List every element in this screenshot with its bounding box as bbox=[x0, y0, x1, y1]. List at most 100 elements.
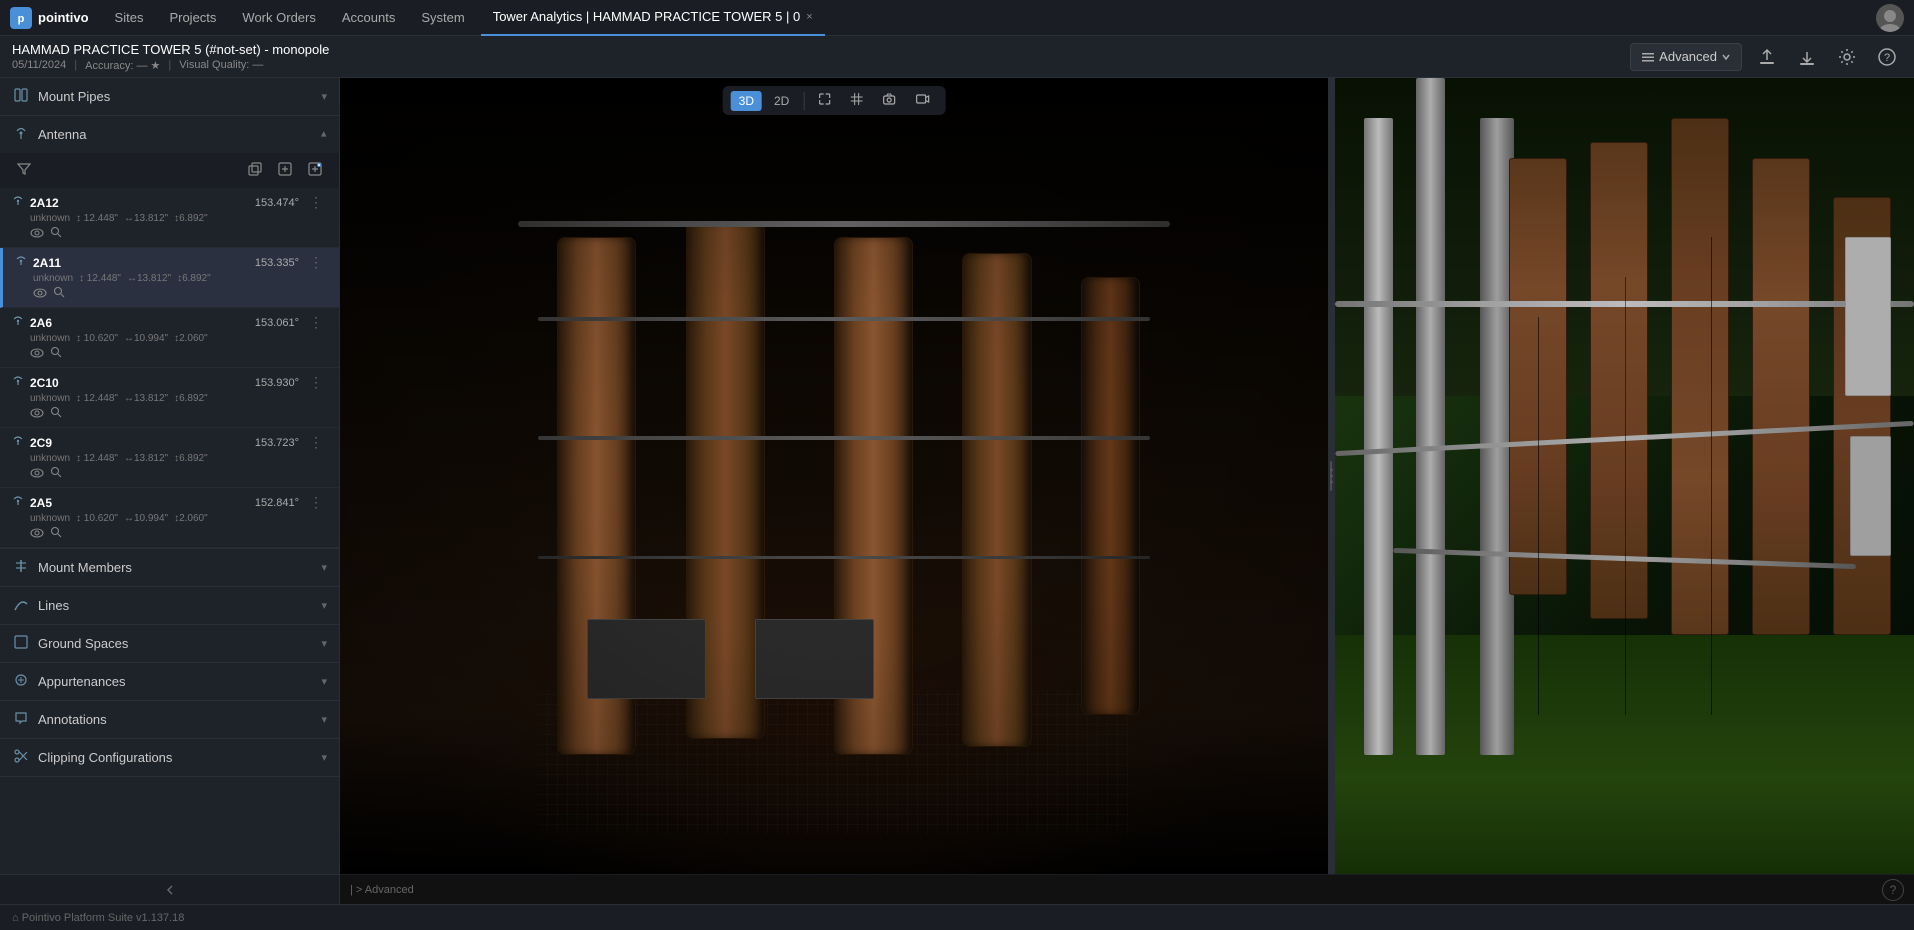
antenna-add-btn[interactable] bbox=[273, 159, 297, 182]
tab-close-icon[interactable]: × bbox=[806, 11, 812, 23]
tower-visual-quality: Visual Quality: — bbox=[179, 59, 263, 71]
btn-film[interactable] bbox=[907, 90, 937, 111]
section-annotations: Annotations ▾ bbox=[0, 701, 339, 739]
antenna-item[interactable]: 2C10 153.930° ⋮ unknown ↕ 12.448" ↔13.81… bbox=[0, 368, 339, 428]
antenna-item-more[interactable]: ⋮ bbox=[305, 254, 327, 271]
antenna-item-more[interactable]: ⋮ bbox=[305, 194, 327, 211]
viewer-3d[interactable]: 3D 2D bbox=[340, 78, 1328, 874]
antenna-width: ↔13.812" bbox=[124, 393, 168, 404]
lines-label: Lines bbox=[38, 598, 313, 613]
antenna-height: ↕ 10.620" bbox=[76, 513, 118, 524]
svg-text:?: ? bbox=[1884, 52, 1890, 64]
antenna-item[interactable]: 2A12 153.474° ⋮ unknown ↕ 12.448" ↔13.81… bbox=[0, 188, 339, 248]
antenna-header[interactable]: Antenna ▾ bbox=[0, 116, 339, 153]
antenna-item-more[interactable]: ⋮ bbox=[305, 434, 327, 451]
antenna-item[interactable]: 2A11 153.335° ⋮ unknown ↕ 12.448" ↔13.81… bbox=[0, 248, 339, 308]
settings-button[interactable] bbox=[1832, 44, 1862, 70]
antenna-item-meta: unknown ↕ 10.620" ↔10.994" ↕2.060" bbox=[12, 513, 327, 524]
btn-expand[interactable] bbox=[810, 90, 838, 111]
tower-bg bbox=[340, 78, 1328, 874]
eye-icon[interactable] bbox=[30, 347, 44, 361]
sidebar-collapse-btn[interactable] bbox=[0, 874, 339, 904]
nav-projects[interactable]: Projects bbox=[159, 0, 226, 36]
photo-viewer[interactable]: 4.81° 35.1° bbox=[1334, 78, 1914, 874]
btn-3d[interactable]: 3D bbox=[731, 91, 762, 111]
viewer-help-btn[interactable]: ? bbox=[1882, 879, 1904, 901]
antenna-item[interactable]: 2A5 152.841° ⋮ unknown ↕ 10.620" ↔10.994… bbox=[0, 488, 339, 548]
tab-label: Tower Analytics | HAMMAD PRACTICE TOWER … bbox=[493, 9, 801, 24]
search-icon[interactable] bbox=[50, 466, 62, 481]
lines-header[interactable]: Lines ▾ bbox=[0, 587, 339, 624]
mount-pipes-header[interactable]: Mount Pipes ▾ bbox=[0, 78, 339, 115]
search-icon[interactable] bbox=[50, 526, 62, 541]
antenna-item-icon bbox=[12, 195, 24, 210]
eye-icon[interactable] bbox=[30, 527, 44, 541]
antenna-height: ↕ 12.448" bbox=[76, 213, 118, 224]
download-button[interactable] bbox=[1792, 44, 1822, 70]
search-icon[interactable] bbox=[50, 346, 62, 361]
antenna-item-more[interactable]: ⋮ bbox=[305, 494, 327, 511]
antenna-item-value: 153.335° bbox=[255, 257, 299, 269]
antenna-type: unknown bbox=[30, 453, 70, 464]
nav-sites[interactable]: Sites bbox=[105, 0, 154, 36]
annotations-header[interactable]: Annotations ▾ bbox=[0, 701, 339, 738]
nav-accounts[interactable]: Accounts bbox=[332, 0, 405, 36]
user-avatar[interactable] bbox=[1876, 4, 1904, 32]
eye-icon[interactable] bbox=[33, 287, 47, 301]
ground-spaces-header[interactable]: Ground Spaces ▾ bbox=[0, 625, 339, 662]
antenna-clone-btn[interactable] bbox=[243, 159, 267, 182]
logo-text: pointivo bbox=[38, 10, 89, 25]
annotations-chevron: ▾ bbox=[321, 713, 327, 726]
lines-icon bbox=[12, 597, 30, 614]
nav-system[interactable]: System bbox=[411, 0, 474, 36]
antenna-item-value: 153.723° bbox=[255, 437, 299, 449]
antenna-item-meta: unknown ↕ 10.620" ↔10.994" ↕2.060" bbox=[12, 333, 327, 344]
search-icon[interactable] bbox=[50, 226, 62, 241]
mount-members-header[interactable]: Mount Members ▾ bbox=[0, 549, 339, 586]
antenna-add-alt-btn[interactable] bbox=[303, 159, 327, 182]
btn-grid[interactable] bbox=[842, 90, 870, 111]
eye-icon[interactable] bbox=[30, 227, 44, 241]
antenna-width: ↔10.994" bbox=[124, 513, 168, 524]
antenna-item-value: 153.930° bbox=[255, 377, 299, 389]
upload-button[interactable] bbox=[1752, 44, 1782, 70]
search-icon[interactable] bbox=[50, 406, 62, 421]
antenna-list: 2A12 153.474° ⋮ unknown ↕ 12.448" ↔13.81… bbox=[0, 188, 339, 548]
mount-members-icon bbox=[12, 559, 30, 576]
help-button[interactable]: ? bbox=[1872, 44, 1902, 70]
scene-3d bbox=[340, 78, 1328, 874]
antenna-item-icon bbox=[12, 375, 24, 390]
sidebar: Mount Pipes ▾ Antenna ▾ bbox=[0, 78, 340, 904]
active-tab[interactable]: Tower Analytics | HAMMAD PRACTICE TOWER … bbox=[481, 0, 825, 36]
antenna-label: Antenna bbox=[38, 127, 313, 142]
antenna-item-name: 2A11 bbox=[33, 256, 249, 270]
appurtenances-label: Appurtenances bbox=[38, 674, 313, 689]
antenna-item[interactable]: 2C9 153.723° ⋮ unknown ↕ 12.448" ↔13.812… bbox=[0, 428, 339, 488]
appurtenances-icon bbox=[12, 673, 30, 690]
tower-date: 05/11/2024 bbox=[12, 59, 66, 71]
antenna-item-actions bbox=[12, 226, 327, 241]
clipping-header[interactable]: Clipping Configurations ▾ bbox=[0, 739, 339, 776]
antenna-item-more[interactable]: ⋮ bbox=[305, 314, 327, 331]
viewer-cmd: | > Advanced bbox=[350, 884, 414, 896]
antenna-item[interactable]: 2A6 153.061° ⋮ unknown ↕ 10.620" ↔10.994… bbox=[0, 308, 339, 368]
antenna-height: ↕ 12.448" bbox=[79, 273, 121, 284]
btn-2d[interactable]: 2D bbox=[766, 91, 797, 111]
antenna-depth: ↕6.892" bbox=[174, 393, 208, 404]
antenna-filter-btn[interactable] bbox=[12, 159, 36, 182]
svg-text:p: p bbox=[18, 13, 25, 25]
appurtenances-header[interactable]: Appurtenances ▾ bbox=[0, 663, 339, 700]
eye-icon[interactable] bbox=[30, 467, 44, 481]
section-ground-spaces: Ground Spaces ▾ bbox=[0, 625, 339, 663]
nav-work-orders[interactable]: Work Orders bbox=[232, 0, 325, 36]
advanced-dropdown[interactable]: Advanced bbox=[1630, 43, 1742, 71]
antenna-item-more[interactable]: ⋮ bbox=[305, 374, 327, 391]
search-icon[interactable] bbox=[53, 286, 65, 301]
viewer-toolbar: 3D 2D bbox=[723, 86, 946, 115]
tower-accuracy: Accuracy: — ★ bbox=[85, 59, 160, 72]
top-nav: p pointivo Sites Projects Work Orders Ac… bbox=[0, 0, 1914, 36]
antenna-width: ↔13.812" bbox=[124, 213, 168, 224]
eye-icon[interactable] bbox=[30, 407, 44, 421]
antenna-section-icon bbox=[12, 126, 30, 143]
btn-camera[interactable] bbox=[874, 90, 903, 111]
